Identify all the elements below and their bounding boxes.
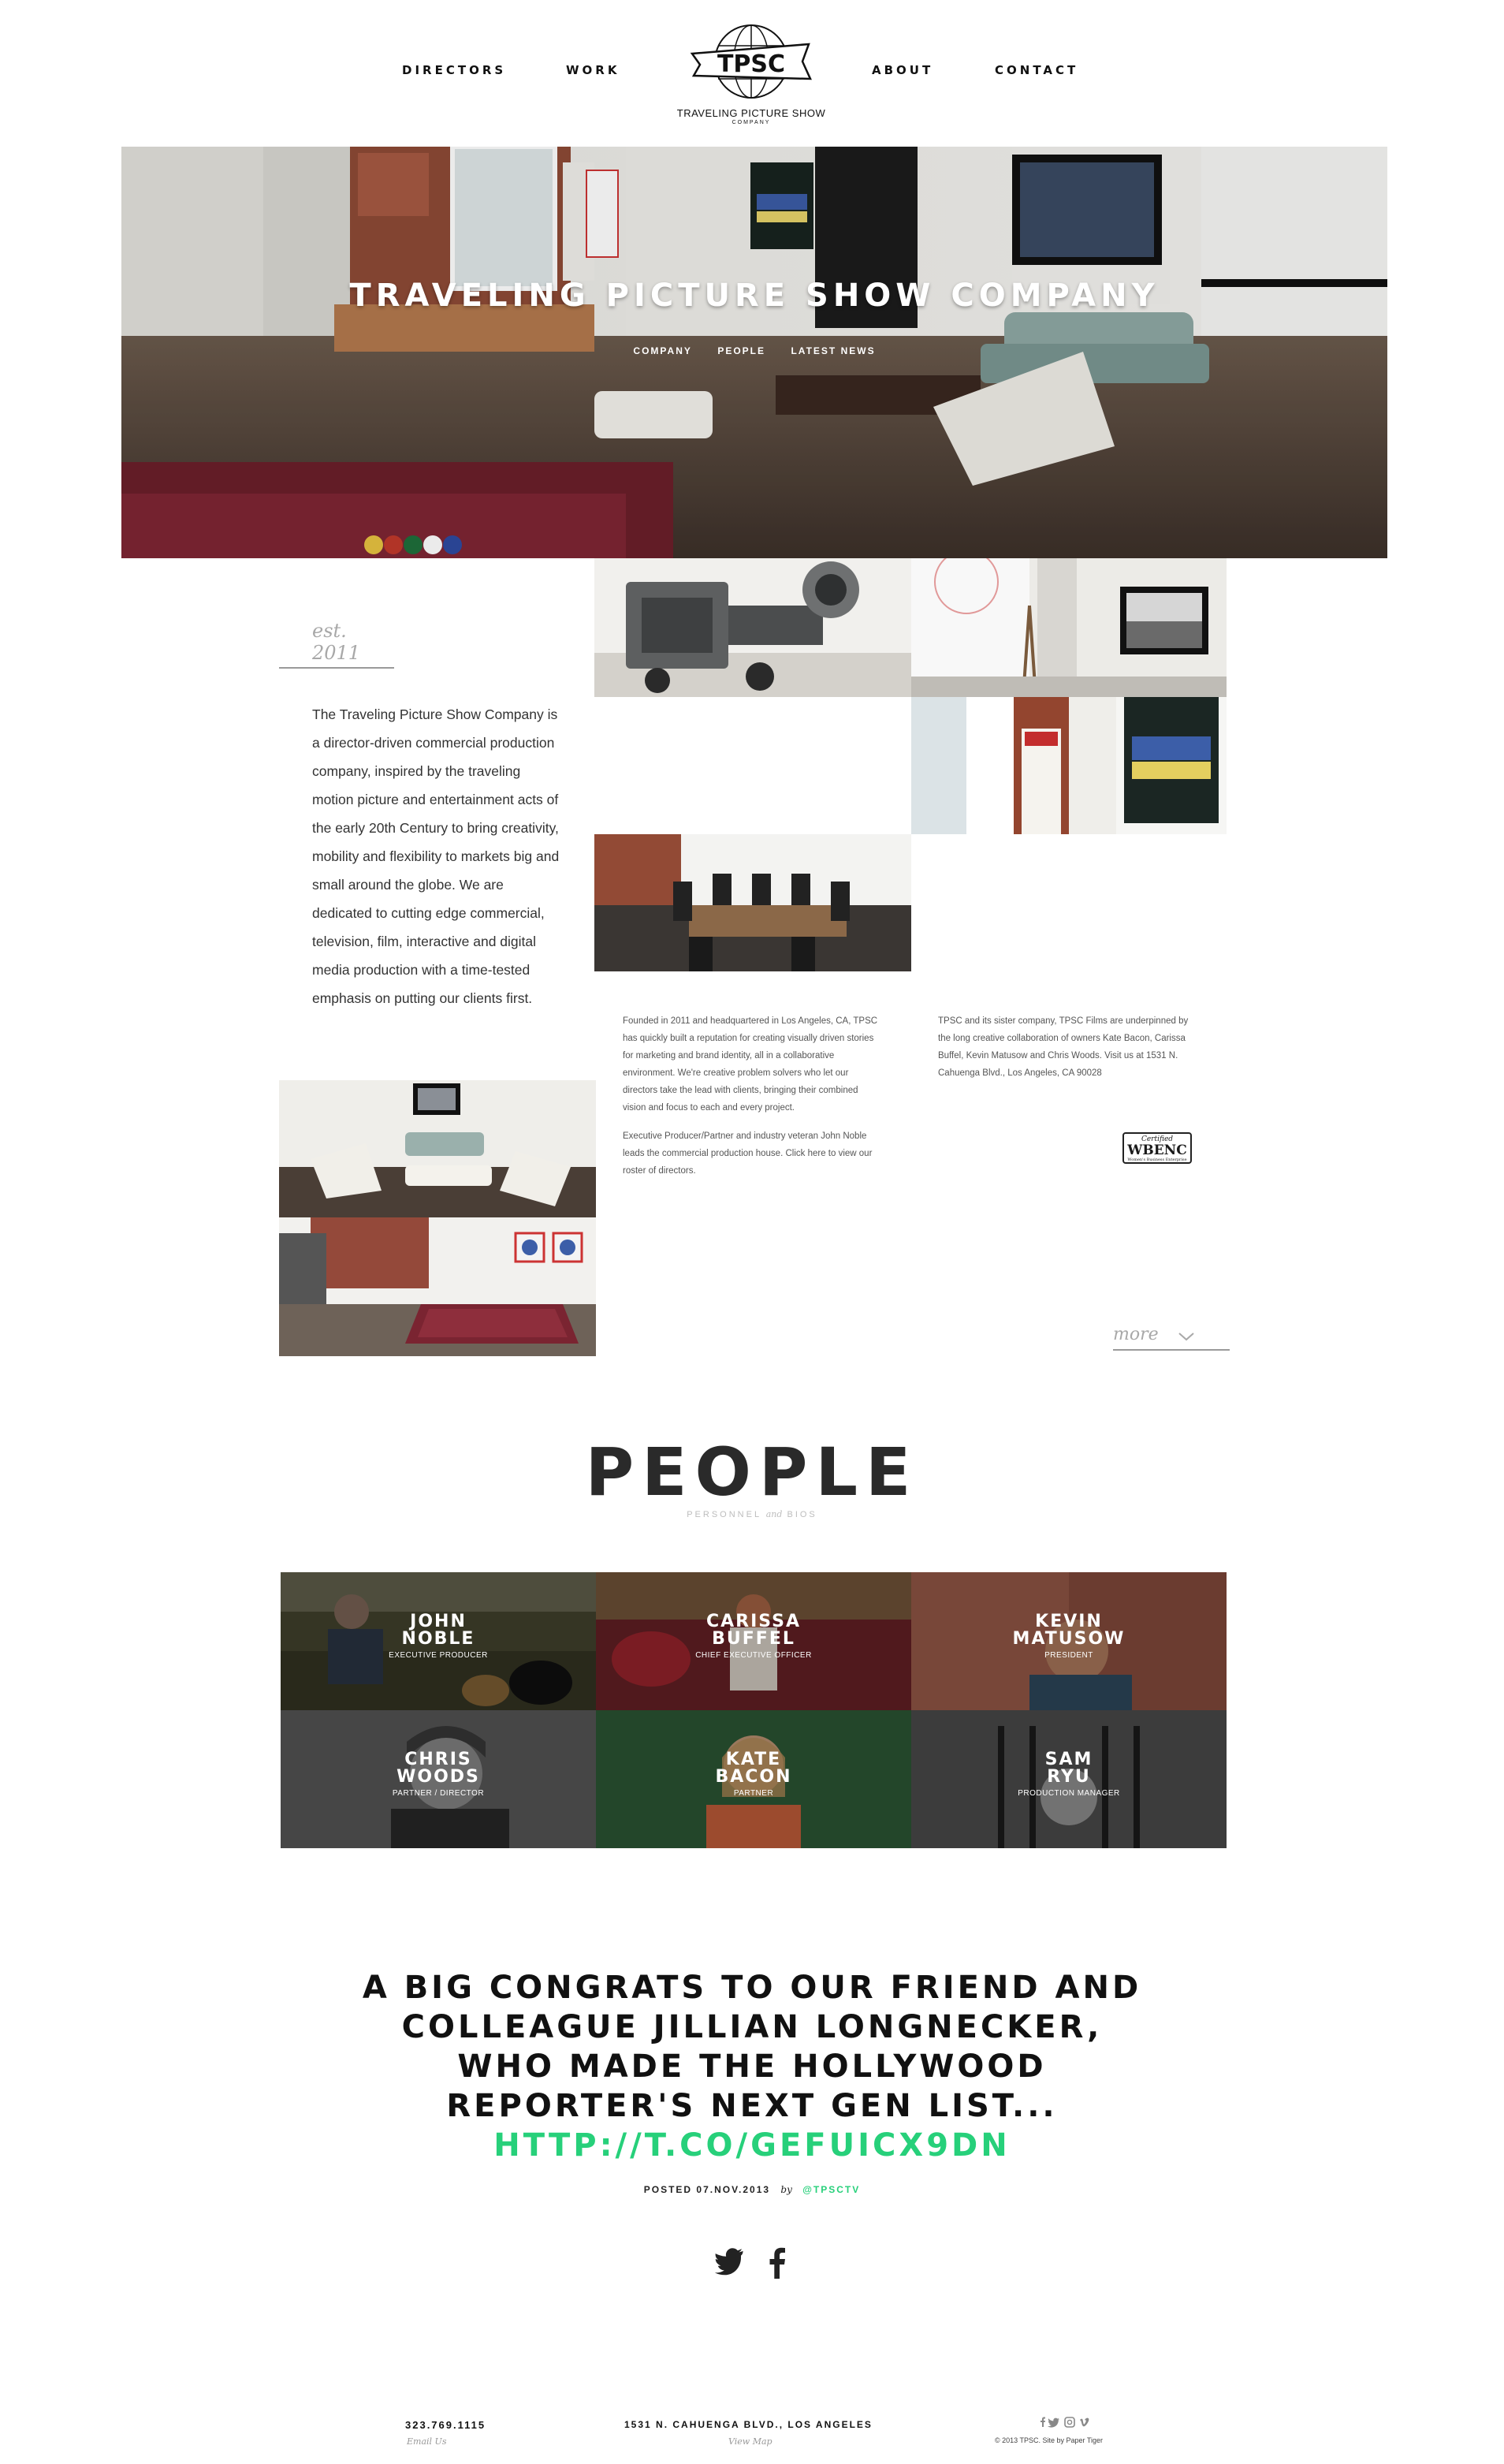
hero-title: TRAVELING PICTURE SHOW COMPANY bbox=[349, 278, 1160, 314]
chevron-down-icon bbox=[1178, 1333, 1194, 1341]
people-sub-and: and bbox=[765, 1509, 783, 1519]
tpsc-logo[interactable]: TPSC TRAVELING PICTURE SHOW COMPANY bbox=[676, 22, 826, 125]
twitter-icon[interactable] bbox=[714, 2247, 746, 2279]
people-grid: JOHN NOBLE EXECUTIVE PRODUCER CARISSA BU… bbox=[281, 1572, 1227, 1848]
person-name-last: BUFFEL bbox=[712, 1629, 795, 1649]
company-intro: The Traveling Picture Show Company is a … bbox=[312, 706, 560, 1006]
projector-photo bbox=[594, 558, 911, 697]
people-title: PEOPLE bbox=[585, 1433, 919, 1511]
footer-copyright: © 2013 TPSC. Site by Paper Tiger bbox=[995, 2436, 1104, 2444]
hero-banner: TRAVELING PICTURE SHOW COMPANY COMPANY P… bbox=[121, 147, 1387, 558]
office-hallway-photo bbox=[911, 558, 1227, 697]
more-label: more bbox=[1113, 1325, 1159, 1344]
person-name-first: KATE bbox=[725, 1750, 782, 1769]
person-card-kevin-matusow[interactable]: KEVIN MATUSOW PRESIDENT bbox=[911, 1572, 1227, 1710]
badge-name-text: WBENC bbox=[1127, 1143, 1187, 1158]
person-name-first: SAM bbox=[1044, 1750, 1093, 1769]
person-card-sam-ryu[interactable]: SAM RYU PRODUCTION MANAGER bbox=[911, 1710, 1227, 1848]
person-role: PARTNER bbox=[733, 1789, 774, 1798]
facebook-icon[interactable] bbox=[768, 2247, 787, 2279]
nav-directors-link[interactable]: DIRECTORS bbox=[402, 63, 506, 77]
logo-subcaption: COMPANY bbox=[732, 120, 771, 125]
person-role: PRODUCTION MANAGER bbox=[1018, 1789, 1120, 1798]
latest-tweet: A BIG CONGRATS TO OUR FRIEND AND COLLEAG… bbox=[358, 1968, 1146, 2165]
conference-room-photo bbox=[594, 834, 911, 971]
person-name-last: BACON bbox=[715, 1767, 792, 1787]
company-column-a: Founded in 2011 and headquartered in Los… bbox=[623, 1012, 883, 1191]
footer-address: 1531 N. CAHUENGA BLVD., LOS ANGELES bbox=[624, 2419, 873, 2430]
hero-subnav: COMPANY PEOPLE LATEST NEWS bbox=[121, 344, 1387, 358]
posted-date: POSTED 07.NOV.2013 bbox=[643, 2184, 771, 2195]
person-name-last: NOBLE bbox=[401, 1629, 475, 1649]
person-name-first: KEVIN bbox=[1035, 1612, 1103, 1631]
footer-email-link[interactable]: Email Us bbox=[407, 2436, 446, 2447]
tweet-posted-line: POSTED 07.NOV.2013 by @TPSCTV bbox=[0, 2184, 1504, 2195]
person-role: PRESIDENT bbox=[1044, 1651, 1093, 1660]
company-column-b: TPSC and its sister company, TPSC Films … bbox=[938, 1016, 1189, 1078]
person-card-kate-bacon[interactable]: KATE BACON PARTNER bbox=[596, 1710, 911, 1848]
person-card-carissa-buffel[interactable]: CARISSA BUFFEL CHIEF EXECUTIVE OFFICER bbox=[596, 1572, 911, 1710]
badge-sub-text: Women's Business Enterprise bbox=[1127, 1157, 1187, 1162]
people-sub-right: BIOS bbox=[787, 1510, 817, 1519]
person-name-last: WOODS bbox=[396, 1767, 480, 1787]
tweet-text: A BIG CONGRATS TO OUR FRIEND AND COLLEAG… bbox=[362, 1970, 1142, 2124]
person-card-john-noble[interactable]: JOHN NOBLE EXECUTIVE PRODUCER bbox=[281, 1572, 596, 1710]
more-button[interactable]: more bbox=[1113, 1325, 1230, 1351]
pool-room-photo bbox=[279, 1217, 596, 1356]
coke-machine-photo bbox=[911, 697, 1227, 834]
nav-work-link[interactable]: WORK bbox=[566, 63, 620, 77]
tweet-link[interactable]: HTTP://T.CO/GEFUICX9DN bbox=[493, 2127, 1010, 2164]
footer-twitter-icon[interactable] bbox=[1048, 2417, 1059, 2428]
logo-caption: TRAVELING PICTURE SHOW bbox=[676, 107, 826, 119]
globe-logo-icon: TPSC bbox=[690, 24, 812, 99]
subnav-people-link[interactable]: PEOPLE bbox=[717, 345, 765, 356]
people-subtitle: PERSONNEL and BIOS bbox=[0, 1509, 1504, 1519]
wbenc-badge: Certified WBENC Women's Business Enterpr… bbox=[1122, 1132, 1192, 1164]
top-nav: DIRECTORS WORK TPSC TRAVELING PICTURE SH… bbox=[0, 0, 1504, 147]
nav-about-link[interactable]: ABOUT bbox=[872, 63, 933, 77]
svg-text:TPSC: TPSC bbox=[717, 50, 785, 78]
footer-facebook-icon[interactable] bbox=[1041, 2417, 1045, 2428]
posted-by: by bbox=[780, 2184, 792, 2195]
person-name-last: RYU bbox=[1047, 1767, 1091, 1787]
person-name-first: JOHN bbox=[410, 1612, 467, 1631]
people-sub-left: PERSONNEL bbox=[687, 1510, 761, 1519]
footer-phone[interactable]: 323.769.1115 bbox=[405, 2419, 486, 2431]
footer-vimeo-icon[interactable] bbox=[1080, 2417, 1089, 2427]
person-role: EXECUTIVE PRODUCER bbox=[389, 1651, 488, 1660]
lounge-photo bbox=[279, 1080, 596, 1217]
person-name-first: CHRIS bbox=[404, 1750, 472, 1769]
footer-view-map-link[interactable]: View Map bbox=[728, 2436, 772, 2447]
person-name-last: MATUSOW bbox=[1012, 1629, 1126, 1649]
person-role: CHIEF EXECUTIVE OFFICER bbox=[695, 1651, 812, 1660]
person-name-first: CARISSA bbox=[705, 1612, 802, 1631]
nav-contact-link[interactable]: CONTACT bbox=[995, 63, 1078, 77]
company-founded-text: Founded in 2011 and headquartered in Los… bbox=[623, 1016, 878, 1113]
est-label: est. 2011 bbox=[279, 620, 394, 669]
subnav-company-link[interactable]: COMPANY bbox=[633, 345, 691, 356]
person-role: PARTNER / DIRECTOR bbox=[392, 1789, 485, 1798]
company-producer-text[interactable]: Executive Producer/Partner and industry … bbox=[623, 1128, 883, 1180]
subnav-latest-news-link[interactable]: LATEST NEWS bbox=[791, 345, 875, 356]
footer-instagram-icon[interactable] bbox=[1064, 2417, 1075, 2428]
twitter-handle-link[interactable]: @TPSCTV bbox=[802, 2184, 860, 2195]
person-card-chris-woods[interactable]: CHRIS WOODS PARTNER / DIRECTOR bbox=[281, 1710, 596, 1848]
footer-social-icons bbox=[1041, 2417, 1089, 2428]
